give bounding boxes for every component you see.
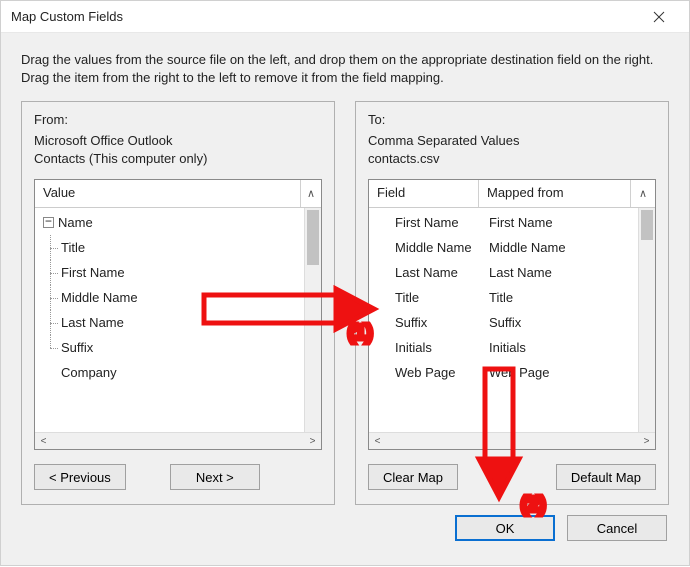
from-source: Microsoft Office Outlook [34,133,322,148]
to-listbox[interactable]: Field Mapped from ∧ First NameFirst Name… [368,179,656,450]
to-target: Comma Separated Values [368,133,656,148]
panels-container: From: Microsoft Office Outlook Contacts … [1,101,689,505]
table-row[interactable]: SuffixSuffix [369,310,638,335]
table-row[interactable]: First NameFirst Name [369,210,638,235]
to-header-scroll-up[interactable]: ∧ [631,180,655,207]
tree-item-label: Title [61,240,85,255]
mapped-cell: Suffix [479,315,638,330]
dialog-bottom-buttons: OK Cancel [1,505,689,555]
tree-branch-icon [43,335,61,360]
tree-item-first-name[interactable]: First Name [35,260,304,285]
from-list-header: Value ∧ [35,180,321,208]
tree-item-last-name[interactable]: Last Name [35,310,304,335]
to-header-mapped[interactable]: Mapped from [479,180,631,207]
from-label: From: [34,112,322,127]
mapped-cell: Last Name [479,265,638,280]
tree-branch-icon [43,235,61,260]
close-icon [653,11,665,23]
clear-map-button[interactable]: Clear Map [368,464,458,490]
from-header-scroll-up[interactable]: ∧ [301,180,321,207]
scroll-right-icon[interactable]: > [638,433,655,450]
table-row[interactable]: Middle NameMiddle Name [369,235,638,260]
tree-item-label: First Name [61,265,125,280]
to-header-field[interactable]: Field [369,180,479,207]
tree-branch-icon [43,310,61,335]
tree-item-label: Suffix [61,340,93,355]
tree-item-title[interactable]: Title [35,235,304,260]
from-horizontal-scrollbar[interactable]: < > [35,432,321,449]
next-button[interactable]: Next > [170,464,260,490]
instructions-text: Drag the values from the source file on … [1,33,689,101]
scrollbar-thumb[interactable] [307,210,319,265]
field-cell: Middle Name [369,240,479,255]
mapped-cell: Middle Name [479,240,638,255]
from-panel: From: Microsoft Office Outlook Contacts … [21,101,335,505]
from-listbox[interactable]: Value ∧ − Name Title [34,179,322,450]
tree-item-middle-name[interactable]: Middle Name [35,285,304,310]
scrollbar-thumb[interactable] [641,210,653,240]
tree-root-name[interactable]: − Name [35,210,304,235]
mapped-cell: Title [479,290,638,305]
scroll-left-icon[interactable]: < [369,433,386,450]
map-custom-fields-dialog: Map Custom Fields Drag the values from t… [0,0,690,566]
titlebar: Map Custom Fields [1,1,689,33]
mapped-cell: First Name [479,215,638,230]
field-cell: Suffix [369,315,479,330]
dialog-title: Map Custom Fields [11,9,639,24]
tree-item-label: Company [61,365,117,380]
table-row[interactable]: Web PageWeb Page [369,360,638,385]
tree-item-company[interactable]: Company [35,360,304,385]
to-panel: To: Comma Separated Values contacts.csv … [355,101,669,505]
close-button[interactable] [639,3,679,31]
from-subset: Contacts (This computer only) [34,151,322,166]
tree-item-label: Last Name [61,315,124,330]
table-row[interactable]: InitialsInitials [369,335,638,360]
tree-item-suffix[interactable]: Suffix [35,335,304,360]
to-horizontal-scrollbar[interactable]: < > [369,432,655,449]
from-header-value[interactable]: Value [35,180,301,207]
to-vertical-scrollbar[interactable] [638,208,655,432]
scroll-left-icon[interactable]: < [35,433,52,450]
collapse-icon[interactable]: − [43,217,54,228]
default-map-button[interactable]: Default Map [556,464,656,490]
to-list-header: Field Mapped from ∧ [369,180,655,208]
from-vertical-scrollbar[interactable] [304,208,321,432]
mapped-cell: Initials [479,340,638,355]
to-label: To: [368,112,656,127]
cancel-button[interactable]: Cancel [567,515,667,541]
tree-root-label: Name [58,215,93,230]
caret-up-icon: ∧ [639,187,647,200]
field-cell: Initials [369,340,479,355]
table-row[interactable]: Last NameLast Name [369,260,638,285]
field-cell: Title [369,290,479,305]
tree-item-label: Middle Name [61,290,138,305]
caret-up-icon: ∧ [307,187,315,200]
from-list-rows: − Name Title First Name Middle Name [35,208,304,432]
field-cell: Last Name [369,265,479,280]
table-row[interactable]: TitleTitle [369,285,638,310]
scroll-right-icon[interactable]: > [304,433,321,450]
to-list-rows: First NameFirst Name Middle NameMiddle N… [369,208,638,432]
field-cell: First Name [369,215,479,230]
mapped-cell: Web Page [479,365,638,380]
tree-branch-icon [43,260,61,285]
tree-branch-icon [43,285,61,310]
field-cell: Web Page [369,365,479,380]
previous-button[interactable]: < Previous [34,464,126,490]
to-file: contacts.csv [368,151,656,166]
ok-button[interactable]: OK [455,515,555,541]
